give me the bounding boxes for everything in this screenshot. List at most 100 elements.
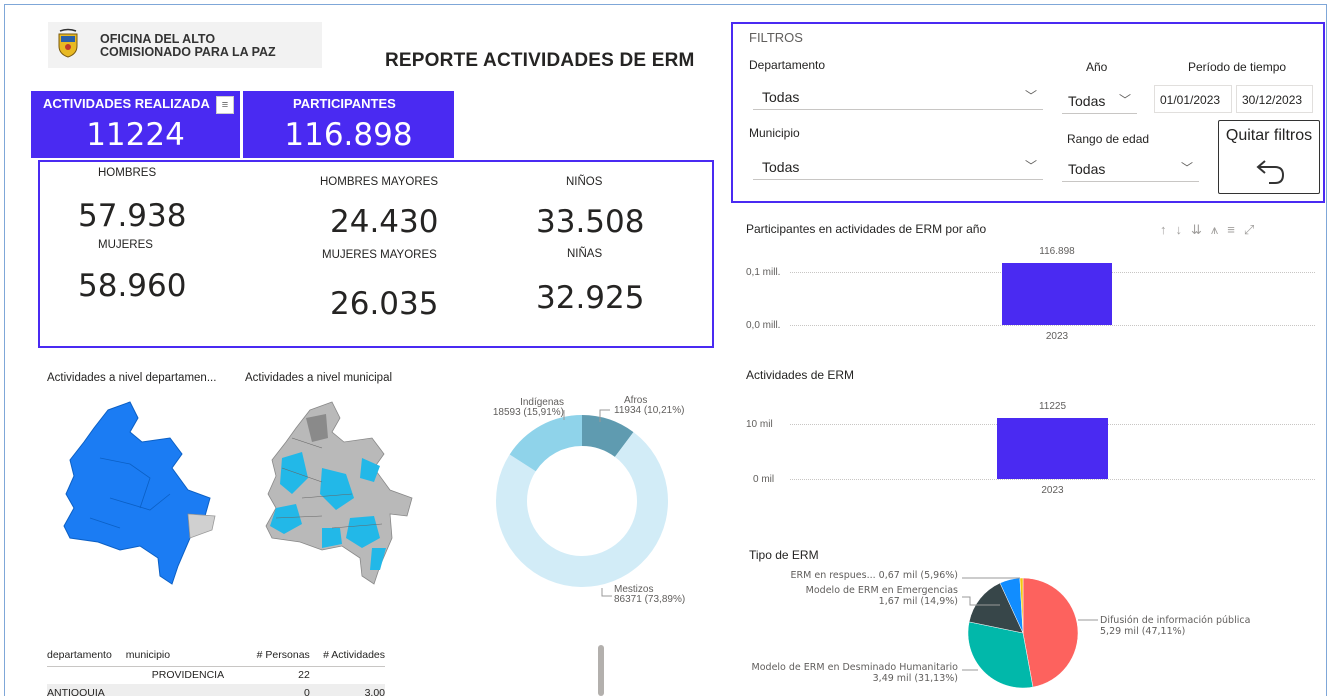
pie-label-name: Difusión de información pública <box>1100 615 1251 626</box>
departamento-label: Departamento <box>749 58 826 72</box>
pie-label-value: 0,67 mil (5,96%) <box>878 570 958 581</box>
fecha-fin-input[interactable]: 30/12/2023 <box>1236 85 1313 113</box>
pie-label-erm-respuesta: ERM en respues... 0,67 mil (5,96%) <box>772 570 958 581</box>
donut-label-afros: Afros 11934 (10,21%) <box>614 396 684 416</box>
scrollbar[interactable] <box>598 645 604 696</box>
chart-toolbar: ↑↓⇊⩚≡⤢ <box>1160 222 1263 238</box>
colombia-municipalities-map[interactable] <box>262 398 432 588</box>
table-cell <box>126 684 246 696</box>
filters-panel: FILTROS Departamento Todas ﹀ Año Todas ﹀… <box>731 22 1325 203</box>
departamento-dropdown[interactable]: Todas ﹀ <box>753 82 1043 110</box>
report-title: REPORTE ACTIVIDADES DE ERM <box>385 50 695 71</box>
org-name-line2: COMISIONADO PARA LA PAZ <box>100 45 276 59</box>
mujeres-label: MUJERES <box>98 239 153 251</box>
municipio-value: Todas <box>762 159 800 175</box>
table-row[interactable]: ANTIOQUIA 0 3,00 <box>47 684 385 696</box>
chevron-down-icon: ﹀ <box>1024 89 1037 103</box>
municipio-dropdown[interactable]: Todas ﹀ <box>753 152 1043 180</box>
mujeres-mayores-label: MUJERES MAYORES <box>322 249 437 261</box>
mujeres-value: 58.960 <box>78 268 187 304</box>
hombres-label: HOMBRES <box>98 167 157 179</box>
hombres-mayores-value: 24.430 <box>330 204 439 240</box>
pie-label-name: Modelo de ERM en Desminado Humanitario <box>751 662 958 673</box>
gridline <box>790 325 1315 326</box>
table-header-row: departamento municipio # Personas # Acti… <box>47 644 385 666</box>
activities-table: departamento municipio # Personas # Acti… <box>47 644 385 696</box>
map-dept-title: Actividades a nivel departamen... <box>47 372 217 384</box>
bar-2023-participantes[interactable] <box>1002 263 1112 325</box>
chevron-down-icon: ﹀ <box>1024 159 1037 173</box>
y-tick-label: 0 mil <box>753 474 775 485</box>
donut-leader-lines <box>563 409 612 597</box>
ninas-label: NIÑAS <box>567 248 603 260</box>
ninos-value: 33.508 <box>536 204 645 240</box>
kpi-participantes-card[interactable]: PARTICIPANTES 116.898 <box>243 91 454 158</box>
col-header[interactable]: # Personas <box>245 644 310 666</box>
chevron-down-icon: ﹀ <box>1118 93 1131 107</box>
hierarchy-icon[interactable]: ⩚ <box>1211 222 1227 237</box>
hombres-value: 57.938 <box>78 198 187 234</box>
table-cell: ANTIOQUIA <box>47 687 105 696</box>
kpi-actividades-value: 11224 <box>86 117 185 153</box>
col-header[interactable]: # Actividades <box>310 644 385 666</box>
filter-icon[interactable]: ≡ <box>216 96 234 114</box>
sort-up-icon[interactable]: ↑ <box>1160 222 1176 237</box>
drill-down-icon[interactable]: ⇊ <box>1191 222 1211 237</box>
map-muni-title: Actividades a nivel municipal <box>245 372 393 384</box>
col-header[interactable]: municipio <box>126 644 246 666</box>
table-cell <box>47 666 126 684</box>
clear-filters-label: Quitar filtros <box>1225 127 1313 144</box>
pie-label-value: 1,67 mil (14,9%) <box>878 596 958 607</box>
colombia-departments-map[interactable] <box>60 398 220 588</box>
pie-label-emergencias: Modelo de ERM en Emergencias 1,67 mil (1… <box>772 585 958 607</box>
chart-tipo-erm-title: Tipo de ERM <box>749 548 819 562</box>
coat-of-arms-icon <box>58 28 78 58</box>
table-cell: 3,00 <box>364 687 385 696</box>
undo-icon <box>1256 160 1285 184</box>
kpi-actividades-card[interactable]: ACTIVIDADES REALIZADA ≡ 11224 <box>31 91 240 158</box>
rango-edad-dropdown[interactable]: Todas ﹀ <box>1062 154 1199 182</box>
pie-leader-lines <box>962 577 1098 671</box>
table-cell: 22 <box>298 669 310 682</box>
anio-value: Todas <box>1068 93 1106 109</box>
kpi-participantes-value: 116.898 <box>284 117 413 153</box>
sort-down-icon[interactable]: ↓ <box>1176 222 1192 237</box>
gridline <box>790 479 1315 480</box>
municipio-label: Municipio <box>749 126 800 140</box>
rango-edad-label: Rango de edad <box>1067 132 1150 146</box>
chart-participantes-title: Participantes en actividades de ERM por … <box>746 222 987 236</box>
data-label: 116.898 <box>1039 246 1075 257</box>
periodo-label: Período de tiempo <box>1188 60 1287 74</box>
y-tick-label: 0,0 mill. <box>746 320 781 331</box>
donut-label-mestizos: Mestizos 86371 (73,89%) <box>614 585 685 605</box>
table-row[interactable]: PROVIDENCIA 22 <box>47 666 385 684</box>
org-logo-box: OFICINA DEL ALTO COMISIONADO PARA LA PAZ <box>48 22 322 68</box>
chart-actividades-title: Actividades de ERM <box>746 368 855 382</box>
fecha-inicio-input[interactable]: 01/01/2023 <box>1154 85 1232 113</box>
rango-edad-value: Todas <box>1068 161 1106 177</box>
x-tick-label: 2023 <box>1041 485 1064 496</box>
pie-label-desminado: Modelo de ERM en Desminado Humanitario 3… <box>730 662 958 684</box>
ninos-label: NIÑOS <box>566 176 603 188</box>
pie-label-value: 3,49 mil (31,13%) <box>872 673 958 684</box>
col-header[interactable]: departamento <box>47 644 126 666</box>
demographics-panel: HOMBRES 57.938 MUJERES 58.960 HOMBRES MA… <box>38 160 714 348</box>
org-name: OFICINA DEL ALTO COMISIONADO PARA LA PAZ <box>100 33 276 59</box>
anio-dropdown[interactable]: Todas ﹀ <box>1062 86 1137 114</box>
expand-icon[interactable]: ⤢ <box>1244 222 1263 237</box>
filter-icon[interactable]: ≡ <box>1227 222 1244 237</box>
pie-label-value: 5,29 mil (47,11%) <box>1100 626 1186 637</box>
mujeres-mayores-value: 26.035 <box>330 286 439 322</box>
anio-label: Año <box>1086 60 1108 74</box>
hombres-mayores-label: HOMBRES MAYORES <box>320 176 438 188</box>
x-tick-label: 2023 <box>1045 331 1069 342</box>
filters-title: FILTROS <box>749 30 803 45</box>
chevron-down-icon: ﹀ <box>1180 161 1193 175</box>
kpi-actividades-label: ACTIVIDADES REALIZADA <box>43 96 210 111</box>
data-label: 11225 <box>1038 401 1067 412</box>
donut-label-value: 11934 (10,21%) <box>614 405 685 416</box>
table-cell: PROVIDENCIA <box>151 669 225 682</box>
pie-label-name: Modelo de ERM en Emergencias <box>805 585 958 596</box>
clear-filters-button[interactable]: Quitar filtros <box>1218 120 1320 194</box>
bar-2023-actividades[interactable] <box>997 418 1108 479</box>
